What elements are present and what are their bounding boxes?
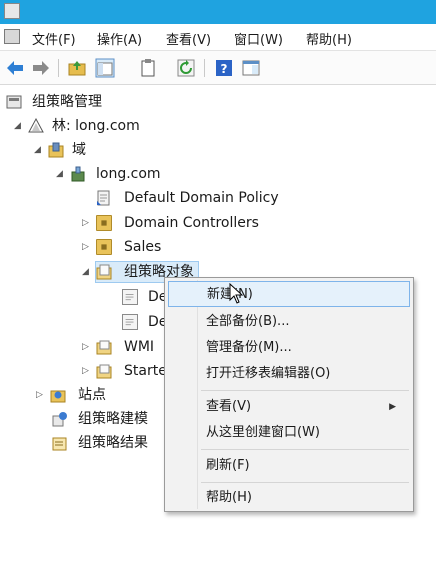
forest-icon bbox=[28, 118, 44, 133]
menu-item-label: 刷新(F) bbox=[206, 458, 250, 473]
menu-item-manage-backups[interactable]: 管理备份(M)... bbox=[168, 335, 410, 361]
collapse-icon[interactable]: ◢ bbox=[82, 261, 92, 283]
tree-label: Default Domain Policy bbox=[124, 190, 279, 206]
toolbar-separator bbox=[58, 59, 59, 77]
menu-help[interactable]: 帮助(H) bbox=[306, 29, 352, 48]
gpo-container-icon bbox=[96, 264, 112, 280]
modeling-icon bbox=[52, 412, 67, 427]
tree-label: 组策略管理 bbox=[32, 94, 102, 110]
submenu-arrow-icon: ▶ bbox=[389, 402, 396, 412]
tree-label: 组策略结果 bbox=[78, 435, 148, 451]
clipboard-icon[interactable] bbox=[138, 58, 158, 78]
refresh-icon[interactable] bbox=[176, 58, 196, 78]
gpm-icon bbox=[6, 95, 22, 109]
menu-view[interactable]: 查看(V) bbox=[166, 29, 211, 48]
menu-item-label: 帮助(H) bbox=[206, 490, 252, 505]
expand-icon[interactable]: ▷ bbox=[36, 384, 46, 406]
svg-text:?: ? bbox=[221, 62, 228, 76]
menu-item-open-migration-editor[interactable]: 打开迁移表编辑器(O) bbox=[168, 361, 410, 387]
tree-label: long.com bbox=[96, 166, 161, 182]
expand-icon[interactable]: ▷ bbox=[82, 212, 92, 234]
properties-pane-icon[interactable] bbox=[241, 58, 261, 78]
wmi-folder-icon bbox=[96, 340, 112, 355]
collapse-icon[interactable]: ◢ bbox=[14, 115, 24, 137]
domains-folder-icon bbox=[48, 142, 64, 158]
menu-item-label: 打开迁移表编辑器(O) bbox=[206, 366, 331, 381]
tree-label: Starte bbox=[124, 363, 167, 379]
gpo-link-icon bbox=[97, 190, 110, 206]
show-hide-tree-icon[interactable] bbox=[95, 58, 115, 78]
menu-item-view[interactable]: 查看(V) ▶ bbox=[168, 394, 410, 420]
tree-label: Sales bbox=[124, 239, 162, 255]
results-icon bbox=[52, 437, 67, 451]
mouse-cursor-icon bbox=[229, 283, 243, 304]
gpo-icon bbox=[122, 289, 138, 305]
up-folder-icon[interactable] bbox=[67, 58, 87, 78]
context-menu: 新建(N) 全部备份(B)... 管理备份(M)... 打开迁移表编辑器(O) … bbox=[164, 277, 414, 512]
console-icon[interactable] bbox=[4, 29, 20, 44]
expand-icon[interactable]: ▷ bbox=[82, 336, 92, 358]
menu-item-label: 查看(V) bbox=[206, 399, 252, 414]
help-icon[interactable]: ? bbox=[214, 58, 234, 78]
tree-label: WMI bbox=[124, 339, 155, 355]
tree-label: Domain Controllers bbox=[124, 215, 259, 231]
expand-icon[interactable]: ▷ bbox=[82, 236, 92, 258]
menu-item-help[interactable]: 帮助(H) bbox=[168, 485, 410, 511]
ou-folder-icon bbox=[96, 215, 112, 231]
collapse-icon[interactable]: ◢ bbox=[34, 139, 44, 161]
toolbar-separator bbox=[204, 59, 205, 77]
menu-item-label: 从这里创建窗口(W) bbox=[206, 425, 320, 440]
menu-separator bbox=[201, 449, 409, 450]
gpo-icon bbox=[122, 314, 138, 330]
menu-item-new[interactable]: 新建(N) bbox=[168, 281, 410, 307]
back-arrow-icon[interactable] bbox=[5, 58, 25, 78]
menu-item-label: 全部备份(B)... bbox=[206, 314, 290, 329]
forward-arrow-icon[interactable] bbox=[31, 58, 51, 78]
menu-item-label: 管理备份(M)... bbox=[206, 340, 292, 355]
menu-bar: 文件(F) 操作(A) 查看(V) 窗口(W) 帮助(H) bbox=[0, 24, 436, 51]
menu-separator bbox=[201, 390, 409, 391]
toolbar: ? bbox=[0, 51, 436, 85]
tree-label: 组策略建模 bbox=[78, 411, 148, 427]
menu-item-new-window[interactable]: 从这里创建窗口(W) bbox=[168, 420, 410, 446]
domain-icon bbox=[71, 166, 85, 182]
starter-gpo-folder-icon bbox=[96, 364, 112, 379]
title-bar bbox=[0, 0, 436, 24]
ou-folder-icon bbox=[96, 239, 112, 255]
menu-item-backup-all[interactable]: 全部备份(B)... bbox=[168, 309, 410, 335]
sites-icon bbox=[50, 390, 66, 403]
menu-separator bbox=[201, 482, 409, 483]
expand-icon[interactable]: ▷ bbox=[82, 360, 92, 382]
menu-item-refresh[interactable]: 刷新(F) bbox=[168, 453, 410, 479]
menu-window[interactable]: 窗口(W) bbox=[234, 29, 283, 48]
collapse-icon[interactable]: ◢ bbox=[56, 163, 66, 185]
menu-file[interactable]: 文件(F) bbox=[32, 29, 76, 48]
app-icon[interactable] bbox=[4, 3, 20, 19]
tree-label: 站点 bbox=[78, 387, 106, 403]
tree-label: 林: long.com bbox=[52, 118, 140, 134]
tree-label: 域 bbox=[72, 142, 86, 158]
menu-action[interactable]: 操作(A) bbox=[97, 29, 142, 48]
